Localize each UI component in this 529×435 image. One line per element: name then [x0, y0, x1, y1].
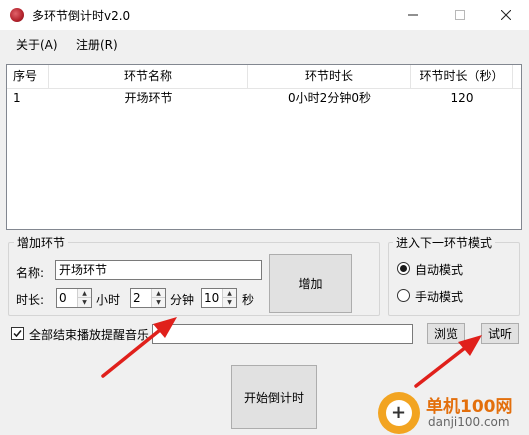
seconds-spinner[interactable]: 10 ▲ ▼: [201, 288, 237, 308]
music-path-input[interactable]: [152, 324, 413, 344]
window-title: 多环节倒计时v2.0: [32, 9, 131, 23]
cell-duration: 0小时2分钟0秒: [288, 91, 371, 105]
seconds-down-button[interactable]: ▼: [223, 298, 236, 307]
checkmark-icon: [13, 330, 22, 338]
close-icon: [501, 10, 511, 20]
minutes-down-button[interactable]: ▼: [152, 298, 165, 307]
table-row[interactable]: 1 开场环节 0小时2分钟0秒 120: [7, 89, 521, 107]
minutes-unit-label: 分钟: [170, 293, 195, 307]
menu-register[interactable]: 注册(R): [76, 36, 118, 53]
list-header: 序号 环节名称 环节时长 环节时长（秒）: [7, 65, 521, 89]
menu-bar: 关于(A) 注册(R): [0, 30, 529, 56]
play-music-label[interactable]: 全部结束播放提醒音乐: [29, 326, 149, 343]
start-countdown-button[interactable]: 开始倒计时: [231, 365, 317, 429]
segment-name-input[interactable]: 开场环节: [55, 260, 262, 280]
cell-index: 1: [13, 91, 21, 105]
minutes-value: 2: [133, 291, 141, 305]
watermark: + 单机100网 danji100.com: [378, 390, 528, 434]
minimize-icon: [408, 14, 418, 16]
arrow-up-icon: ▲: [82, 289, 87, 297]
minutes-spinner[interactable]: 2 ▲ ▼: [130, 288, 166, 308]
column-header-duration[interactable]: 环节时长: [248, 65, 411, 88]
arrow-down-icon: ▼: [227, 299, 232, 306]
title-bar: 多环节倒计时v2.0: [0, 0, 529, 30]
menu-about[interactable]: 关于(A): [16, 36, 58, 53]
play-music-checkbox[interactable]: [11, 327, 24, 340]
arrow-up-icon: ▲: [227, 289, 232, 297]
name-label: 名称:: [16, 266, 45, 280]
arrow-down-icon: ▼: [82, 299, 87, 306]
column-header-name[interactable]: 环节名称: [49, 65, 248, 88]
browse-button[interactable]: 浏览: [427, 323, 465, 344]
column-header-index[interactable]: 序号: [7, 65, 49, 88]
hours-up-button[interactable]: ▲: [78, 289, 91, 298]
duration-label: 时长:: [16, 293, 45, 307]
watermark-logo-icon: +: [378, 392, 420, 434]
hours-unit-label: 小时: [96, 293, 121, 307]
mode-group-title: 进入下一环节模式: [393, 234, 496, 251]
add-segment-title: 增加环节: [14, 234, 69, 251]
minutes-up-button[interactable]: ▲: [152, 289, 165, 298]
maximize-button[interactable]: [437, 0, 483, 30]
arrow-up-icon: ▲: [156, 289, 161, 297]
watermark-url: danji100.com: [428, 415, 510, 429]
watermark-title: 单机100网: [426, 397, 513, 417]
manual-mode-radio[interactable]: [397, 289, 410, 302]
annotation-arrow-icon: [101, 317, 177, 378]
hours-value: 0: [59, 291, 67, 305]
cell-seconds: 120: [450, 91, 474, 105]
app-icon: [10, 8, 24, 22]
arrow-down-icon: ▼: [156, 299, 161, 306]
minimize-button[interactable]: [390, 0, 436, 30]
add-segment-button[interactable]: 增加: [269, 254, 352, 313]
auto-mode-radio[interactable]: [397, 262, 410, 275]
seconds-unit-label: 秒: [242, 293, 255, 307]
cell-name: 开场环节: [124, 91, 173, 105]
seconds-value: 10: [204, 291, 220, 305]
column-header-seconds[interactable]: 环节时长（秒）: [411, 65, 513, 88]
seconds-up-button[interactable]: ▲: [223, 289, 236, 298]
manual-mode-label[interactable]: 手动模式: [415, 288, 463, 305]
listen-button[interactable]: 试听: [481, 323, 519, 344]
close-button[interactable]: [483, 0, 529, 30]
hours-down-button[interactable]: ▼: [78, 298, 91, 307]
hours-spinner[interactable]: 0 ▲ ▼: [56, 288, 92, 308]
maximize-icon: [455, 10, 465, 20]
segment-list[interactable]: 序号 环节名称 环节时长 环节时长（秒） 1 开场环节 0小时2分钟0秒 120: [6, 64, 522, 230]
auto-mode-label[interactable]: 自动模式: [415, 261, 463, 278]
